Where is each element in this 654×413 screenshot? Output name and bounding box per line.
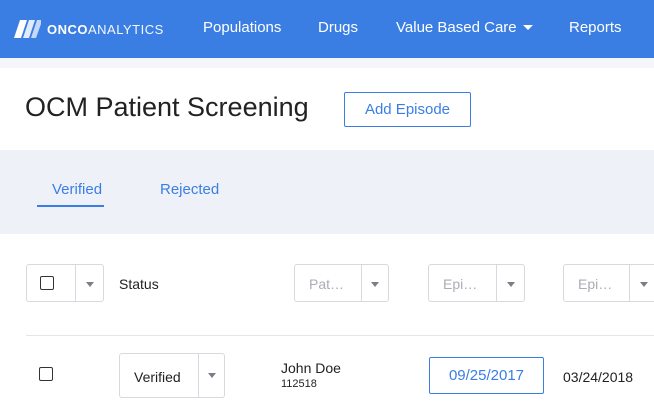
chevron-down-icon	[507, 282, 515, 287]
logo-mark-icon	[14, 20, 41, 38]
page-title: OCM Patient Screening	[25, 92, 309, 122]
patient-filter-placeholder: Pat…	[309, 276, 345, 292]
top-navbar: ONCOANALYTICS Populations Drugs Value Ba…	[0, 0, 654, 58]
episode-end-filter-placeholder: Epi…	[578, 276, 613, 292]
header-spacer	[0, 58, 654, 68]
chevron-down-icon[interactable]	[86, 282, 94, 287]
add-episode-button[interactable]: Add Episode	[344, 92, 471, 127]
status-column-header: Status	[119, 276, 159, 292]
nav-populations[interactable]: Populations	[203, 19, 281, 36]
nav-drugs[interactable]: Drugs	[318, 19, 358, 36]
select-all-control[interactable]	[26, 264, 104, 302]
divider	[629, 265, 630, 301]
status-select[interactable]: Verified	[119, 353, 225, 398]
chevron-down-icon	[371, 282, 379, 287]
episode-start-filter-select[interactable]: Epi…	[428, 264, 525, 302]
divider	[75, 265, 76, 301]
episode-start-filter-placeholder: Epi…	[443, 276, 478, 292]
tab-verified[interactable]: Verified	[52, 181, 102, 198]
tab-rejected[interactable]: Rejected	[160, 181, 219, 198]
nav-value-based-care[interactable]: Value Based Care	[396, 19, 533, 36]
nav-value-based-care-label: Value Based Care	[396, 19, 517, 36]
chevron-down-icon	[522, 24, 533, 30]
patient-filter-select[interactable]: Pat…	[294, 264, 389, 302]
episode-end-date: 03/24/2018	[563, 369, 634, 385]
chevron-down-icon	[208, 373, 216, 378]
brand-logo[interactable]: ONCOANALYTICS	[14, 19, 164, 39]
active-tab-indicator	[37, 205, 104, 207]
select-all-checkbox[interactable]	[40, 276, 54, 290]
status-value: Verified	[134, 369, 181, 385]
episode-end-filter-select[interactable]: Epi…	[563, 264, 654, 302]
episode-start-date-button[interactable]: 09/25/2017	[429, 357, 544, 394]
divider	[198, 354, 199, 397]
chevron-down-icon	[640, 282, 648, 287]
row-divider	[26, 335, 654, 336]
divider	[496, 265, 497, 301]
divider	[361, 265, 362, 301]
patient-name: John Doe	[281, 360, 341, 376]
patient-id: 112518	[281, 378, 317, 390]
brand-wordmark: ONCOANALYTICS	[47, 21, 164, 37]
row-checkbox[interactable]	[39, 367, 53, 381]
nav-reports[interactable]: Reports	[569, 19, 622, 36]
